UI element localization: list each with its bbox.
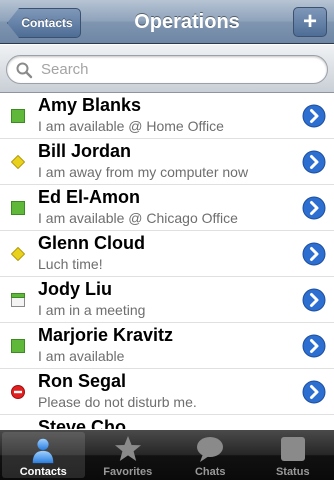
contact-name: Ed El-Amon	[38, 187, 140, 207]
contact-row[interactable]: Jody Liu I am in a meeting	[0, 277, 334, 323]
contact-name: Amy Blanks	[38, 95, 142, 115]
tab-status[interactable]: Status	[252, 430, 334, 480]
tab-bar: Contacts Favorites Chats Status	[0, 430, 334, 480]
contact-status-text: Luch time!	[38, 256, 103, 272]
status-square-icon	[280, 437, 305, 461]
contact-name: Jody Liu	[38, 279, 113, 299]
contact-status-text: I am away from my computer now	[38, 164, 249, 180]
detail-disclosure-icon[interactable]	[302, 380, 326, 404]
contact-row[interactable]: Bill Jordan I am away from my computer n…	[0, 139, 334, 185]
contact-row[interactable]: Ed El-Amon I am available @ Chicago Offi…	[0, 185, 334, 231]
available-status-icon	[11, 201, 25, 215]
detail-disclosure-icon[interactable]	[302, 150, 326, 174]
contact-status-text: I am available @ Chicago Office	[38, 210, 238, 226]
contact-list: Amy Blanks I am available @ Home Office …	[0, 93, 334, 429]
contact-status-text: I am available @ Home Office	[38, 118, 224, 134]
tab-chats[interactable]: Chats	[169, 430, 252, 480]
contact-row[interactable]: Ron Segal Please do not disturb me.	[0, 369, 334, 415]
tab-contacts[interactable]: Contacts	[2, 432, 85, 478]
do-not-disturb-icon	[11, 385, 25, 399]
speech-bubble-icon	[197, 437, 224, 462]
contact-status-text: I am available	[38, 348, 125, 364]
contact-row[interactable]: Marjorie Kravitz I am available	[0, 323, 334, 369]
contact-name: Ron Segal	[38, 371, 127, 391]
search-input[interactable]	[41, 61, 311, 78]
contact-status-text: I am in a meeting	[38, 302, 146, 318]
search-bar	[0, 45, 334, 93]
away-status-icon	[11, 247, 25, 261]
tab-label: Status	[275, 466, 310, 478]
person-icon	[32, 438, 54, 464]
available-status-icon	[11, 339, 25, 353]
detail-disclosure-icon[interactable]	[302, 288, 326, 312]
available-status-icon	[11, 109, 25, 123]
detail-disclosure-icon[interactable]	[302, 104, 326, 128]
tab-favorites[interactable]: Favorites	[87, 430, 170, 480]
tab-label: Contacts	[19, 466, 67, 478]
away-status-icon	[11, 155, 25, 169]
page-title: Operations	[134, 10, 240, 33]
contact-status-text: Please do not disturb me.	[38, 394, 197, 410]
star-icon	[114, 436, 141, 461]
contacts-back-button[interactable]: Contacts	[7, 8, 81, 38]
contact-name: Bill Jordan	[38, 141, 132, 161]
add-button[interactable]: +	[293, 7, 327, 37]
detail-disclosure-icon[interactable]	[302, 334, 326, 358]
contact-row[interactable]: Amy Blanks I am available @ Home Office	[0, 93, 334, 139]
contact-name: Glenn Cloud	[38, 233, 145, 253]
meeting-status-icon	[11, 293, 25, 307]
detail-disclosure-icon[interactable]	[302, 196, 326, 220]
contact-row[interactable]: Glenn Cloud Luch time!	[0, 231, 334, 277]
contact-row[interactable]: Steve Cho	[0, 415, 334, 429]
contact-name: Marjorie Kravitz	[38, 325, 174, 345]
tab-label: Chats	[194, 466, 226, 478]
tab-label: Favorites	[103, 466, 153, 478]
search-icon	[16, 62, 33, 78]
navigation-bar: Contacts Operations +	[0, 0, 334, 44]
contact-name: Steve Cho	[38, 417, 127, 429]
search-field[interactable]	[6, 55, 328, 84]
detail-disclosure-icon[interactable]	[302, 242, 326, 266]
